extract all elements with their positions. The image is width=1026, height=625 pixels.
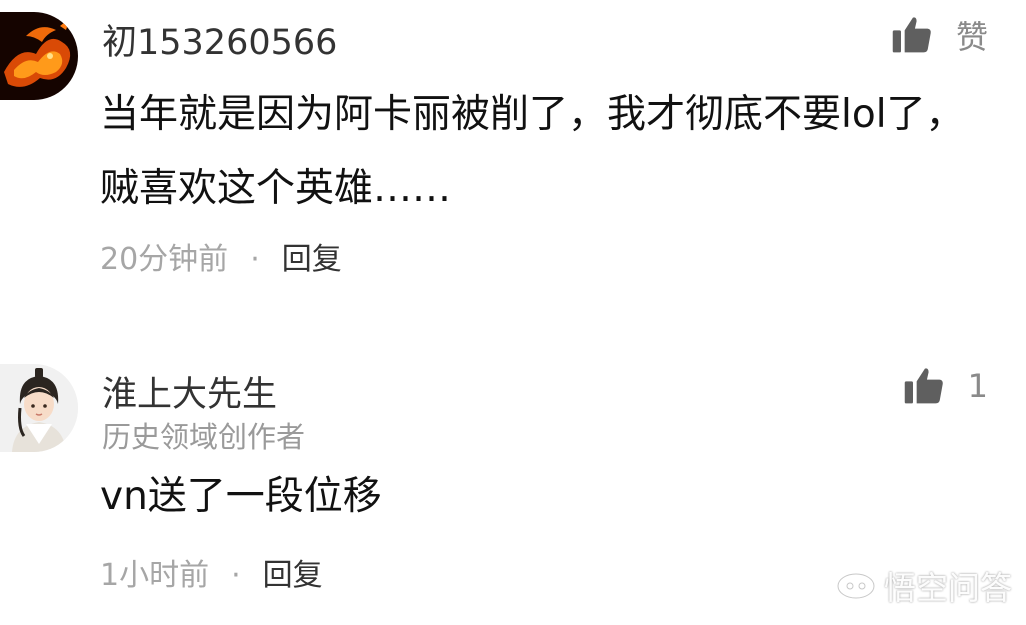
like-button[interactable]: 赞 xyxy=(890,12,988,58)
reply-button[interactable]: 回复 xyxy=(282,242,342,277)
like-count: 1 xyxy=(967,367,988,405)
comment-meta: 1小时前 · 回复 xyxy=(100,550,323,594)
thumbs-up-icon xyxy=(904,368,943,404)
dragon-avatar-image xyxy=(0,12,78,100)
wukong-logo-icon xyxy=(836,572,876,600)
comment-item: 初153260566 赞 当年就是因为阿卡丽被削了，我才彻底不要lol了，贼喜欢… xyxy=(0,0,1026,320)
comment-meta: 20分钟前 · 回复 xyxy=(100,234,342,278)
comment-username[interactable]: 淮上大先生 xyxy=(102,366,277,417)
comment-text: vn送了一段位移 xyxy=(100,474,382,519)
comment-timestamp: 1小时前 xyxy=(100,558,210,593)
thumbs-up-icon xyxy=(892,17,931,53)
comment-timestamp: 20分钟前 xyxy=(100,242,229,277)
watermark: 悟空问答 xyxy=(834,563,1012,609)
watermark-text: 悟空问答 xyxy=(883,569,1012,607)
comment-username[interactable]: 初153260566 xyxy=(102,14,337,65)
avatar[interactable] xyxy=(0,12,78,100)
author-tag: 历史领域创作者 xyxy=(102,420,306,454)
scholar-avatar-image xyxy=(0,364,78,452)
meta-separator: · xyxy=(231,558,241,593)
comment-text: 当年就是因为阿卡丽被削了，我才彻底不要lol了，贼喜欢这个英雄…… xyxy=(100,92,965,211)
avatar[interactable] xyxy=(0,364,78,452)
like-label: 赞 xyxy=(955,18,988,56)
reply-button[interactable]: 回复 xyxy=(263,558,323,593)
meta-separator: · xyxy=(250,242,260,277)
like-button[interactable]: 1 xyxy=(902,364,988,408)
